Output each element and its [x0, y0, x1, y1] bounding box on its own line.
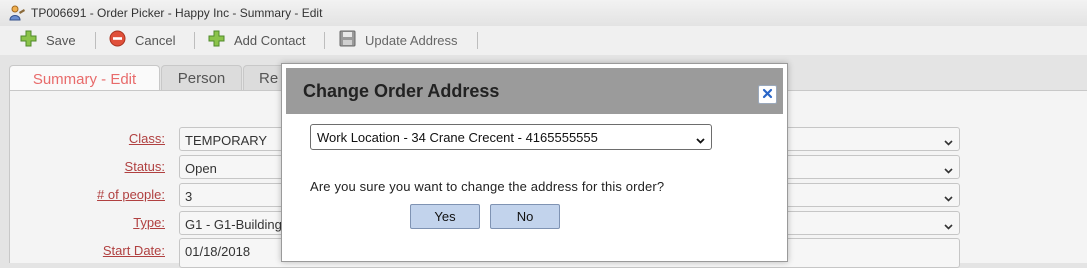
chevron-down-icon — [944, 219, 953, 230]
cancel-button[interactable]: Cancel — [109, 30, 175, 50]
close-button[interactable] — [758, 85, 777, 104]
floppy-disk-icon — [339, 30, 365, 50]
people-value: 3 — [185, 189, 193, 204]
chevron-down-icon — [944, 135, 953, 146]
update-address-button-label: Update Address — [365, 32, 458, 48]
yes-button[interactable]: Yes — [410, 204, 480, 229]
change-address-dialog: Change Order Address Work Location - 34 … — [281, 63, 788, 262]
add-contact-button[interactable]: Add Contact — [208, 30, 306, 50]
toolbar-separator — [194, 32, 195, 49]
start-date-label[interactable]: Start Date: — [103, 243, 165, 258]
close-icon — [762, 87, 773, 102]
toolbar: Save Cancel Add Contact Update Address — [0, 26, 1087, 56]
dialog-header: Change Order Address — [286, 68, 783, 114]
type-value: G1 - G1-Building C — [185, 217, 295, 232]
plus-icon — [20, 30, 46, 50]
toolbar-separator — [477, 32, 478, 49]
toolbar-separator — [324, 32, 325, 49]
chevron-down-icon — [696, 133, 705, 144]
address-select-value: Work Location - 34 Crane Crecent - 41655… — [317, 130, 598, 145]
toolbar-separator — [95, 32, 96, 49]
no-button[interactable]: No — [490, 204, 560, 229]
dialog-title: Change Order Address — [303, 81, 500, 101]
chevron-down-icon — [944, 191, 953, 202]
start-date-value: 01/18/2018 — [185, 244, 251, 259]
status-value: Open — [185, 161, 217, 176]
cancel-icon — [109, 30, 135, 50]
plus-icon — [208, 30, 234, 50]
save-button-label: Save — [46, 32, 76, 48]
address-select[interactable]: Work Location - 34 Crane Crecent - 41655… — [310, 124, 712, 150]
cancel-button-label: Cancel — [135, 32, 176, 48]
person-icon — [8, 5, 26, 21]
type-label[interactable]: Type: — [133, 215, 165, 230]
class-label[interactable]: Class: — [129, 131, 165, 146]
window-title-bar: TP006691 - Order Picker - Happy Inc - Su… — [0, 0, 1087, 27]
status-label[interactable]: Status: — [125, 159, 165, 174]
confirm-question: Are you sure you want to change the addr… — [310, 179, 665, 194]
people-label[interactable]: # of people: — [97, 187, 165, 202]
add-contact-button-label: Add Contact — [234, 32, 306, 48]
chevron-down-icon — [944, 163, 953, 174]
update-address-button[interactable]: Update Address — [339, 30, 458, 50]
class-value: TEMPORARY — [185, 133, 268, 148]
window-title: TP006691 - Order Picker - Happy Inc - Su… — [31, 6, 323, 20]
tab-person[interactable]: Person — [161, 65, 242, 91]
tab-summary-edit[interactable]: Summary - Edit — [9, 65, 160, 92]
save-button[interactable]: Save — [20, 30, 76, 50]
